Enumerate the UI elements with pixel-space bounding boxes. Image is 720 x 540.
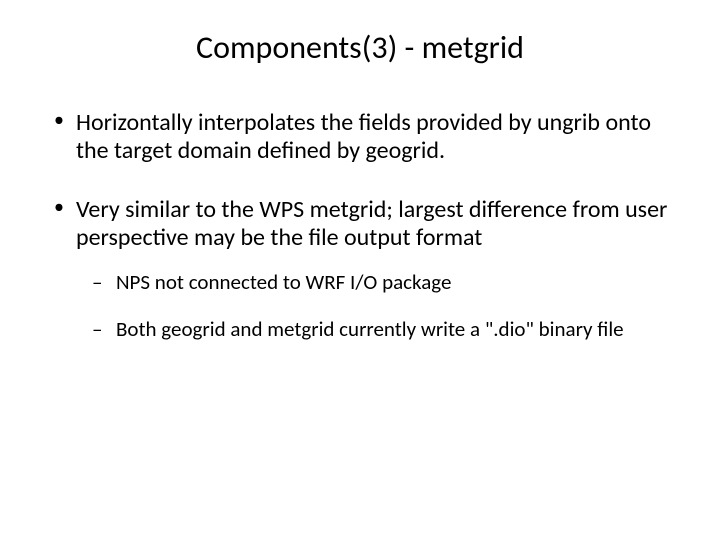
sub-bullet-text: Both geogrid and metgrid currently write… [116,316,624,342]
list-item: Horizontally interpolates the fields pro… [48,109,672,166]
bullet-text: Horizontally interpolates the fields pro… [76,108,651,165]
slide: Components(3) - metgrid Horizontally int… [0,0,720,540]
list-item: Both geogrid and metgrid currently write… [86,317,672,342]
bullet-text: Very similar to the WPS metgrid; largest… [76,195,667,252]
slide-title: Components(3) - metgrid [48,28,672,67]
list-item: Very similar to the WPS metgrid; largest… [48,196,672,342]
bullet-list: Horizontally interpolates the fields pro… [48,109,672,342]
sub-bullet-text: NPS not connected to WRF I/O package [116,269,451,295]
sub-bullet-list: NPS not connected to WRF I/O package Bot… [76,270,672,342]
list-item: NPS not connected to WRF I/O package [86,270,672,295]
